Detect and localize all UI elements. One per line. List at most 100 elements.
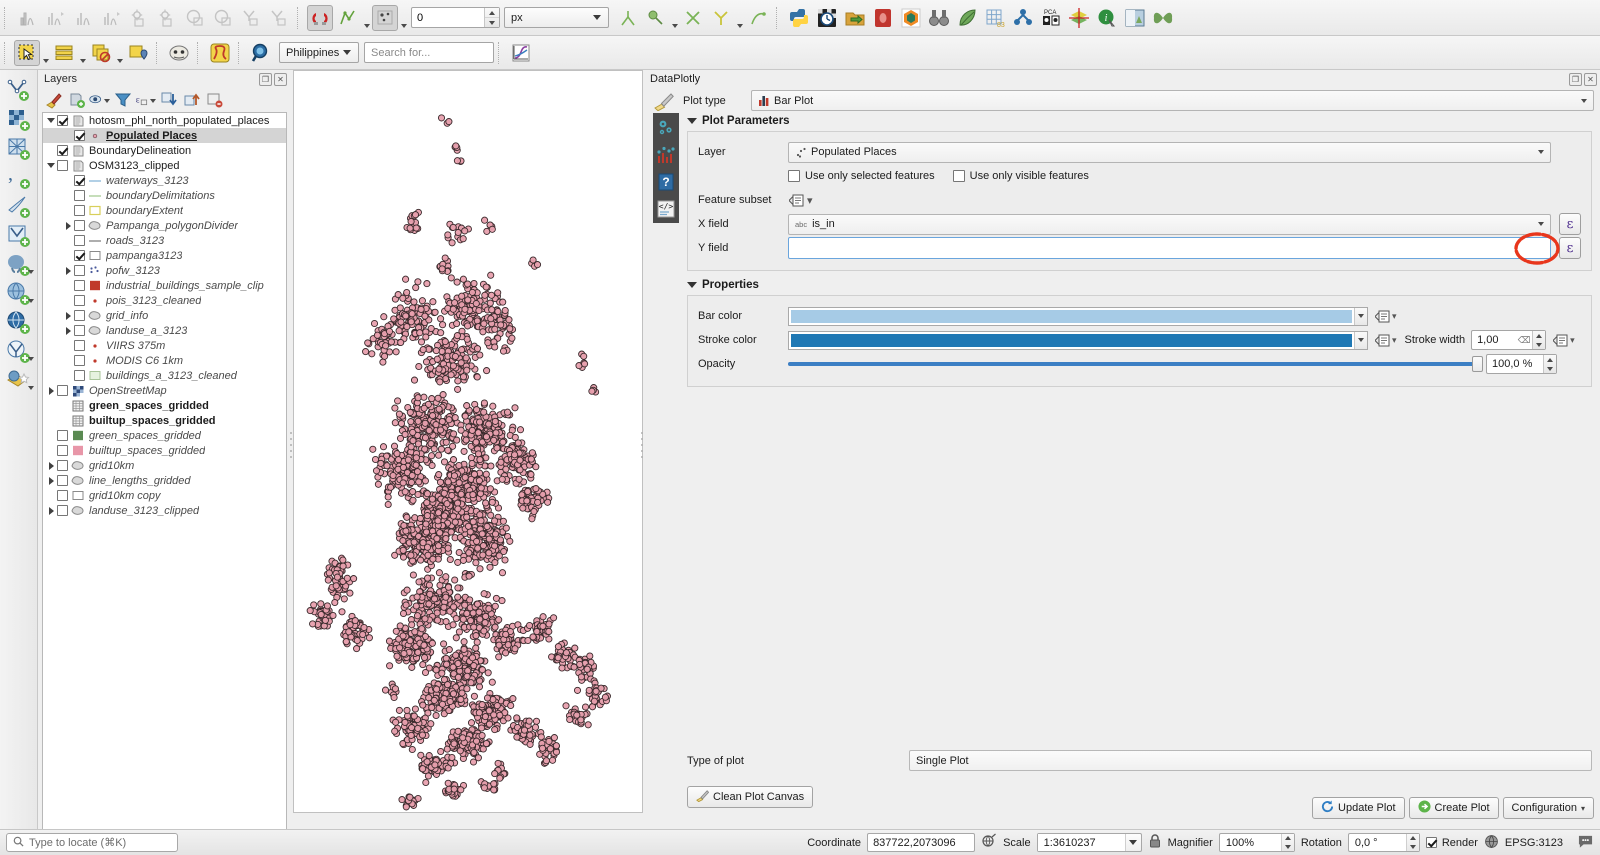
chevron-down-icon[interactable] (41, 40, 50, 66)
layer-tree-row[interactable]: line_lengths_gridded (43, 473, 286, 488)
raster-sun-icon[interactable] (126, 5, 152, 31)
chevron-down-icon[interactable] (670, 5, 679, 31)
opacity-stepper[interactable]: 100,0 % (1486, 354, 1557, 374)
crs-globe-icon[interactable] (1484, 834, 1499, 852)
layer-tree-row[interactable]: grid_info (43, 308, 286, 323)
multi-intersect-icon[interactable] (708, 5, 734, 31)
open-layer-styling-icon[interactable] (43, 90, 64, 110)
zoom-search-icon[interactable] (248, 40, 274, 66)
expander-open-icon[interactable] (45, 159, 57, 173)
mask-icon[interactable] (166, 40, 192, 66)
new-delimited-text-layer-icon[interactable]: , (3, 163, 35, 192)
layer-tree-row[interactable]: Populated Places (43, 128, 286, 143)
clean-plot-canvas-button[interactable]: Clean Plot Canvas (687, 786, 813, 808)
stepper-arrows[interactable] (1406, 834, 1419, 851)
new-gpx-layer-icon[interactable] (3, 192, 35, 221)
layer-visibility-checkbox[interactable] (74, 130, 85, 141)
plot-type-icon[interactable] (655, 144, 677, 166)
layer-tree-row[interactable]: boundaryDelimitations (43, 188, 286, 203)
pca-icon[interactable]: PCA (1038, 5, 1064, 31)
attribute-table-icon[interactable] (51, 40, 77, 66)
layer-combo[interactable]: Populated Places (788, 142, 1551, 163)
create-plot-button[interactable]: Create Plot (1409, 797, 1499, 819)
topology-check-icon[interactable] (615, 5, 641, 31)
identify-green-icon[interactable]: i (1094, 5, 1120, 31)
histogram2-icon[interactable] (70, 5, 96, 31)
expander-closed-icon[interactable] (62, 324, 74, 338)
expander-closed-icon[interactable] (45, 504, 57, 518)
clean-canvas-broom-icon[interactable] (651, 91, 677, 111)
snap-tolerance-stepper[interactable] (411, 7, 500, 28)
layer-visibility-checkbox[interactable] (74, 265, 85, 276)
grid-icon[interactable]: 83 (982, 5, 1008, 31)
chevron-down-icon[interactable] (28, 357, 34, 361)
python-console-icon[interactable] (786, 5, 812, 31)
stroke-width-stepper[interactable]: 1,00 ⌫ (1471, 330, 1546, 350)
chevron-down-icon[interactable] (78, 40, 87, 66)
stepper-arrows[interactable] (1543, 355, 1556, 373)
plot-type-combo[interactable]: Bar Plot (751, 90, 1594, 111)
chevron-down-icon[interactable] (1354, 332, 1367, 349)
expander-closed-icon[interactable] (45, 474, 57, 488)
vector-node2-icon[interactable] (266, 5, 292, 31)
bar-color-data-defined-icon[interactable] (1374, 308, 1392, 325)
layer-tree-row[interactable]: MODIS C6 1km (43, 353, 286, 368)
feature-subset-data-defined-icon[interactable] (788, 192, 806, 209)
histogram-split-icon[interactable] (42, 5, 68, 31)
add-group-icon[interactable] (66, 90, 87, 110)
plot-parameters-header[interactable]: Plot Parameters (687, 115, 1592, 127)
stepper-arrows[interactable] (484, 8, 499, 27)
new-bookmark-icon[interactable] (125, 40, 151, 66)
histogram-icon[interactable] (14, 5, 40, 31)
coordinate-toggle-icon[interactable] (981, 833, 997, 852)
layer-mix-icon[interactable] (1066, 5, 1092, 31)
region-combo[interactable]: Philippines (279, 42, 359, 63)
render-checkbox[interactable]: Render (1426, 837, 1478, 849)
layer-tree-row[interactable]: waterways_3123 (43, 173, 286, 188)
help-icon[interactable]: ? (655, 171, 677, 193)
layer-tree-row[interactable]: grid10km copy (43, 488, 286, 503)
snap-vertex-icon[interactable] (372, 5, 398, 31)
layer-visibility-checkbox[interactable] (57, 490, 68, 501)
rotation-stepper[interactable]: 0,0 ° (1348, 833, 1420, 852)
new-spatialite-layer-icon[interactable] (3, 221, 35, 250)
messages-icon[interactable] (1577, 834, 1594, 852)
scale-combo[interactable]: 1:3610237 (1037, 833, 1142, 852)
layer-tree-row[interactable]: landuse_a_3123 (43, 323, 286, 338)
plot-settings-icon[interactable] (655, 117, 677, 139)
layer-visibility-checkbox[interactable] (57, 145, 68, 156)
expander-closed-icon[interactable] (62, 264, 74, 278)
layer-tree-row[interactable]: boundaryExtent (43, 203, 286, 218)
magnifier-stepper[interactable]: 100% (1219, 833, 1295, 852)
layer-tree-row[interactable]: buildings_a_3123_cleaned (43, 368, 286, 383)
x-field-expression-button[interactable]: ε (1559, 213, 1581, 235)
expander-open-icon[interactable] (45, 114, 57, 128)
layer-visibility-checkbox[interactable] (57, 385, 68, 396)
type-of-plot-combo[interactable]: Single Plot (909, 750, 1592, 771)
chevron-down-icon[interactable] (115, 40, 124, 66)
layer-visibility-checkbox[interactable] (74, 340, 85, 351)
layer-visibility-checkbox[interactable] (74, 310, 85, 321)
snap-topology-icon[interactable] (335, 5, 361, 31)
clear-icon[interactable]: ⌫ (1516, 331, 1532, 349)
layer-tree-row[interactable]: hotosm_phl_north_populated_places (43, 113, 286, 128)
new-vector-layer-icon[interactable] (3, 76, 35, 105)
chevron-down-icon[interactable] (362, 5, 371, 31)
layer-visibility-checkbox[interactable] (74, 235, 85, 246)
add-wfs-layer-icon[interactable] (3, 308, 35, 337)
layer-visibility-checkbox[interactable] (74, 205, 85, 216)
expander-closed-icon[interactable] (45, 384, 57, 398)
expander-closed-icon[interactable] (62, 309, 74, 323)
remove-layer-icon[interactable] (204, 90, 225, 110)
layer-visibility-checkbox[interactable] (74, 250, 85, 261)
layer-tree-row[interactable]: VIIRS 375m (43, 338, 286, 353)
layer-visibility-checkbox[interactable] (74, 190, 85, 201)
layer-tree-row[interactable]: OSM3123_clipped (43, 158, 286, 173)
layer-tree-row[interactable]: pofw_3123 (43, 263, 286, 278)
layer-visibility-checkbox[interactable] (74, 220, 85, 231)
georeferencer-icon[interactable] (1122, 5, 1148, 31)
raster-circle-icon[interactable] (182, 5, 208, 31)
layer-visibility-checkbox[interactable] (57, 115, 68, 126)
layer-tree-row[interactable]: builtup_spaces_gridded (43, 413, 286, 428)
vector-node-icon[interactable] (238, 5, 264, 31)
